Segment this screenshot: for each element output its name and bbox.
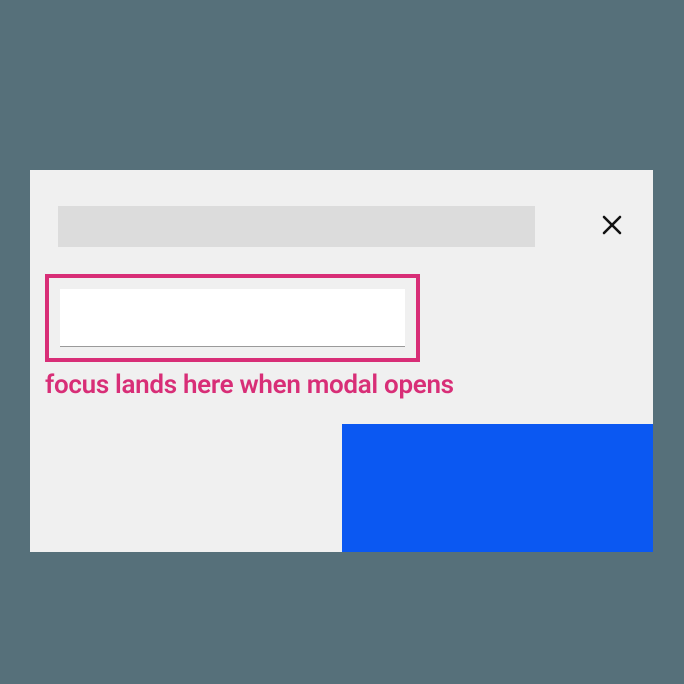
primary-action-button[interactable] — [342, 424, 653, 552]
close-icon — [600, 213, 624, 240]
modal-text-input[interactable] — [60, 289, 405, 347]
modal-dialog: focus lands here when modal opens — [30, 170, 653, 552]
modal-title-placeholder — [58, 206, 535, 247]
focus-ring — [45, 274, 420, 362]
focus-annotation: focus lands here when modal opens — [45, 370, 454, 400]
close-button[interactable] — [592, 206, 632, 246]
